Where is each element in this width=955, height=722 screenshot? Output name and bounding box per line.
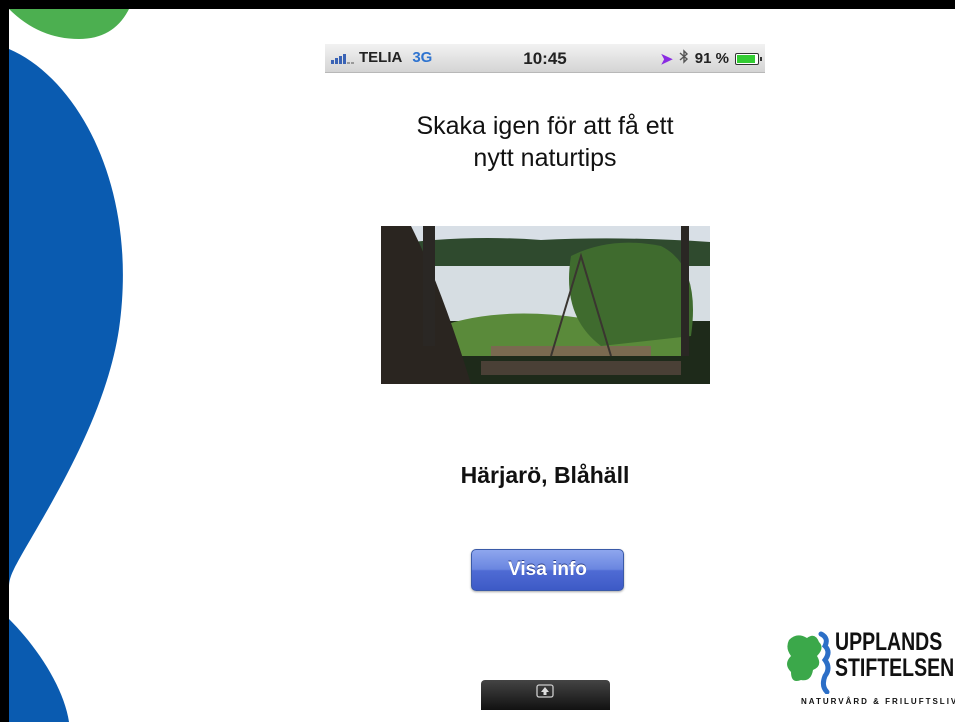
upload-icon[interactable] — [536, 684, 554, 698]
decorative-shapes — [9, 9, 129, 722]
slide-frame-left — [0, 0, 9, 722]
green-blob — [9, 9, 129, 39]
battery-percent: 91 % — [694, 50, 729, 67]
phone-screen: TELIA 3G 10:45 ➤ 91 % Skaka igen för att… — [325, 44, 765, 722]
blue-corner — [9, 619, 69, 722]
place-name: Härjarö, Blåhäll — [460, 462, 630, 488]
blue-wave — [9, 49, 123, 589]
logo-leaf-icon — [787, 631, 831, 694]
logo-line-2: STIFTELSEN — [835, 654, 955, 682]
upplandsstiftelsen-logo: UPPLANDS STIFTELSEN NATURVÅRD & FRILUFTS… — [785, 628, 955, 716]
status-right: ➤ 91 % — [660, 49, 762, 68]
bottom-tab-bar — [481, 680, 610, 710]
instruction-line-1: Skaka igen för att få ett — [416, 112, 674, 140]
slide-frame-top — [0, 0, 955, 9]
battery-icon — [735, 52, 762, 65]
logo-tagline: NATURVÅRD & FRILUFTSLIV — [801, 697, 955, 706]
show-info-button[interactable]: Visa info — [471, 549, 624, 591]
shake-instruction: Skaka igen för att få ett nytt naturtips — [325, 110, 765, 174]
bluetooth-icon — [679, 49, 689, 68]
status-bar: TELIA 3G 10:45 ➤ 91 % — [325, 44, 765, 73]
location-arrow-icon: ➤ — [660, 50, 673, 68]
battery-fill — [737, 54, 756, 63]
instruction-line-2: nytt naturtips — [473, 144, 617, 172]
nature-photo — [381, 226, 710, 384]
logo-line-1: UPPLANDS — [835, 628, 943, 656]
